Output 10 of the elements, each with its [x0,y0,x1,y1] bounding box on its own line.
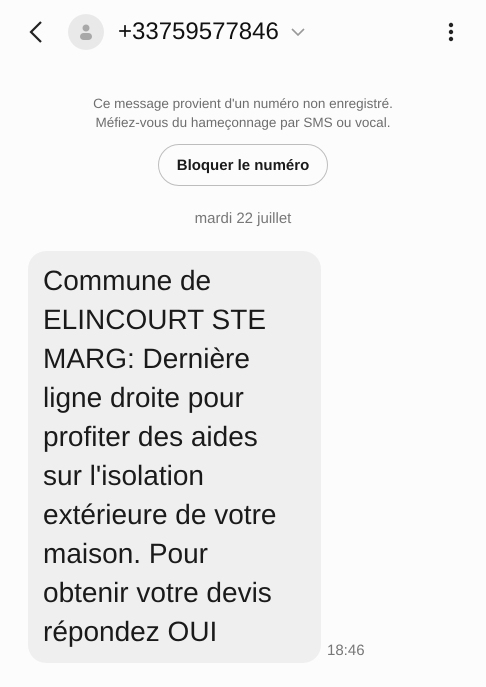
avatar-icon [68,14,104,50]
back-icon[interactable] [28,20,44,44]
message-time: 18:46 [327,642,365,659]
more-options-icon[interactable] [448,22,454,42]
contact-number: +33759577846 [118,18,279,46]
unknown-sender-warning: Ce message provient d'un numéro non enregistré. Méfiez-vous du hameçonnage par SMS ou vocal. [92,95,394,132]
date-separator: mardi 22 juillet [194,210,292,227]
caret-icon[interactable] [290,28,305,36]
block-number-button[interactable]: Bloquer le numéro [158,144,328,186]
message-bubble: Commune de ELINCOURT STE MARG: Dernière ligne droite pour profiter des aides sur l'isolation extérieure de votre maison. Pour obtenir votre devis répondez OUI [28,251,321,663]
